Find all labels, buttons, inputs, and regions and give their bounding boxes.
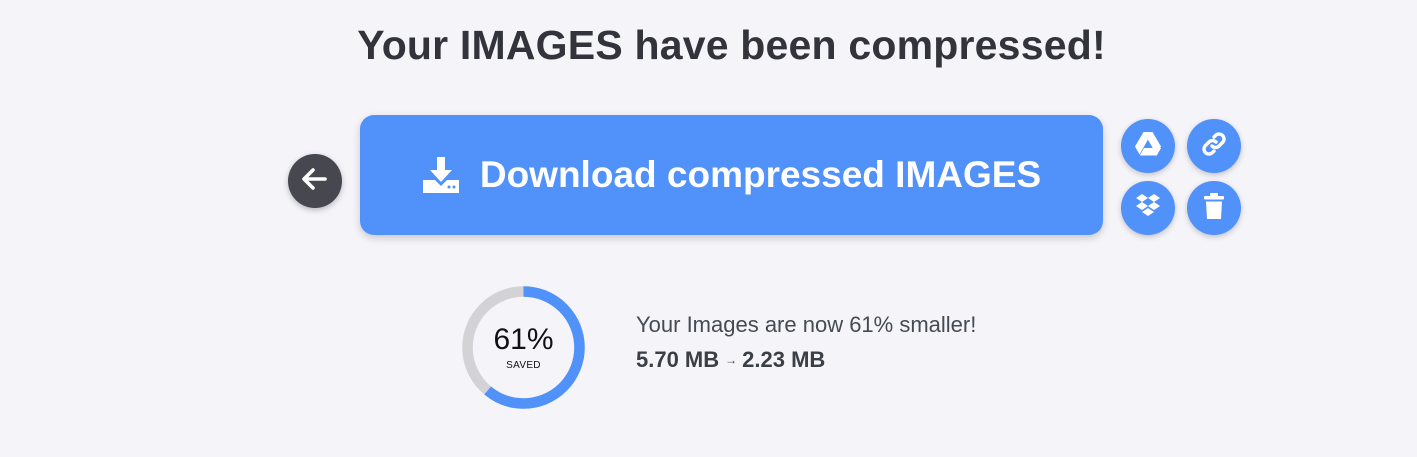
dropbox-icon [1134, 193, 1162, 224]
download-button-label: Download compressed IMAGES [479, 154, 1042, 195]
original-size: 5.70 MB [636, 347, 720, 372]
google-drive-button[interactable] [1121, 119, 1175, 173]
arrow-left-icon [302, 167, 328, 195]
delete-button[interactable] [1187, 181, 1241, 235]
compressed-size: 2.23 MB [742, 347, 826, 372]
page-title: Your IMAGES have been compressed! [357, 22, 1106, 68]
copy-link-button[interactable] [1187, 119, 1241, 173]
download-button[interactable]: Download compressed IMAGES [360, 115, 1103, 235]
trash-icon [1203, 192, 1225, 225]
savings-ring: 61% SAVED [460, 284, 587, 411]
compression-summary: Your Images are now 61% smaller! 5.70 MB… [636, 312, 976, 373]
summary-text: Your Images are now 61% smaller! [636, 312, 977, 337]
link-icon [1200, 130, 1228, 163]
arrow-right-icon: → [725, 353, 738, 367]
saved-label: SAVED [506, 360, 541, 371]
dropbox-button[interactable] [1121, 181, 1175, 235]
google-drive-icon [1134, 131, 1162, 162]
percent-saved-value: 61% [493, 323, 554, 356]
back-button[interactable] [288, 154, 342, 208]
size-comparison: 5.70 MB → 2.23 MB [636, 347, 976, 373]
download-tray-icon [422, 156, 460, 194]
